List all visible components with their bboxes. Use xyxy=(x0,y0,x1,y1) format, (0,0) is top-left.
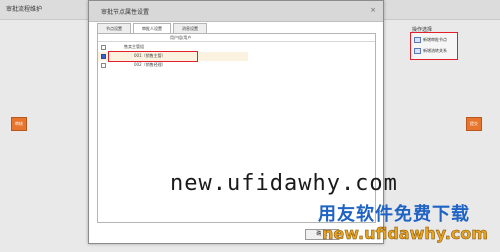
user-group-column-header: 用户组/用户 xyxy=(170,35,192,40)
node-add-icon xyxy=(414,37,421,43)
row-label: 002（销售经理） xyxy=(134,62,166,67)
tab-approver-settings[interactable]: 审批人设置 xyxy=(133,23,171,33)
watermark-url: new.ufidawhy.com xyxy=(170,171,398,196)
operations-highlight-box: 新增审批节点 新增流转关系 xyxy=(410,32,458,60)
add-approval-node-button[interactable]: 新增审批节点 xyxy=(414,37,447,43)
window-title: 审批流程维护 xyxy=(6,6,43,13)
table-header: 用户组/用户 xyxy=(98,34,375,42)
watermark-brand: 用友软件免费下载 xyxy=(318,204,470,225)
flow-link-icon xyxy=(414,48,421,54)
row-checkbox-checked[interactable] xyxy=(101,54,106,59)
row-label: 售卖主管组 xyxy=(124,44,144,49)
watermark-url-bottom: new.ufidawhy.com xyxy=(322,224,488,244)
audit-button[interactable]: 审核 xyxy=(11,117,27,131)
row-checkbox[interactable] xyxy=(101,63,106,68)
add-flow-relation-label: 新增流转关系 xyxy=(423,48,447,53)
close-icon[interactable]: × xyxy=(369,6,377,14)
tab-message-settings[interactable]: 消息设置 xyxy=(173,23,207,33)
table-row[interactable]: 002（销售经理） xyxy=(98,61,248,70)
dialog-titlebar: 审批节点属性设置 × xyxy=(89,1,383,22)
selected-row-highlight xyxy=(108,51,198,62)
add-flow-relation-button[interactable]: 新增流转关系 xyxy=(414,48,447,54)
dialog-tabs: 节点设置 审批人设置 消息设置 xyxy=(97,23,209,33)
tab-node-settings[interactable]: 节点设置 xyxy=(97,23,131,33)
row-checkbox[interactable] xyxy=(101,45,106,50)
dialog-title: 审批节点属性设置 xyxy=(101,9,150,16)
add-approval-node-label: 新增审批节点 xyxy=(423,37,447,42)
